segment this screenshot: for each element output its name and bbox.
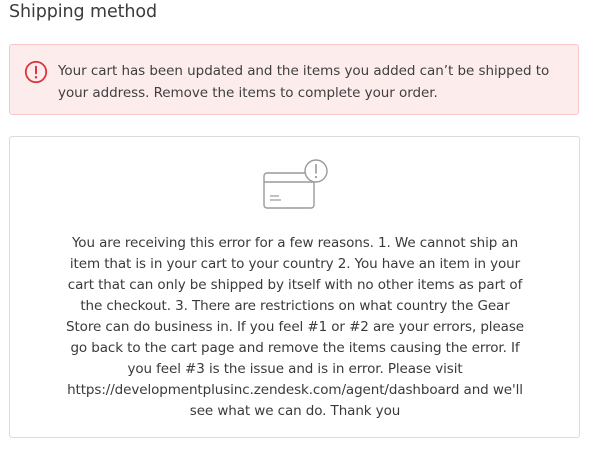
shipping-error-message: You are receiving this error for a few r… [66, 235, 524, 419]
cart-updated-alert: Your cart has been updated and the items… [9, 44, 579, 115]
shipping-method-title: Shipping method [9, 2, 157, 22]
shipping-error-card: You are receiving this error for a few r… [9, 136, 580, 438]
exclamation-circle-icon [24, 60, 48, 84]
alert-message: Your cart has been updated and the items… [58, 63, 550, 101]
package-warning-icon [263, 158, 329, 212]
